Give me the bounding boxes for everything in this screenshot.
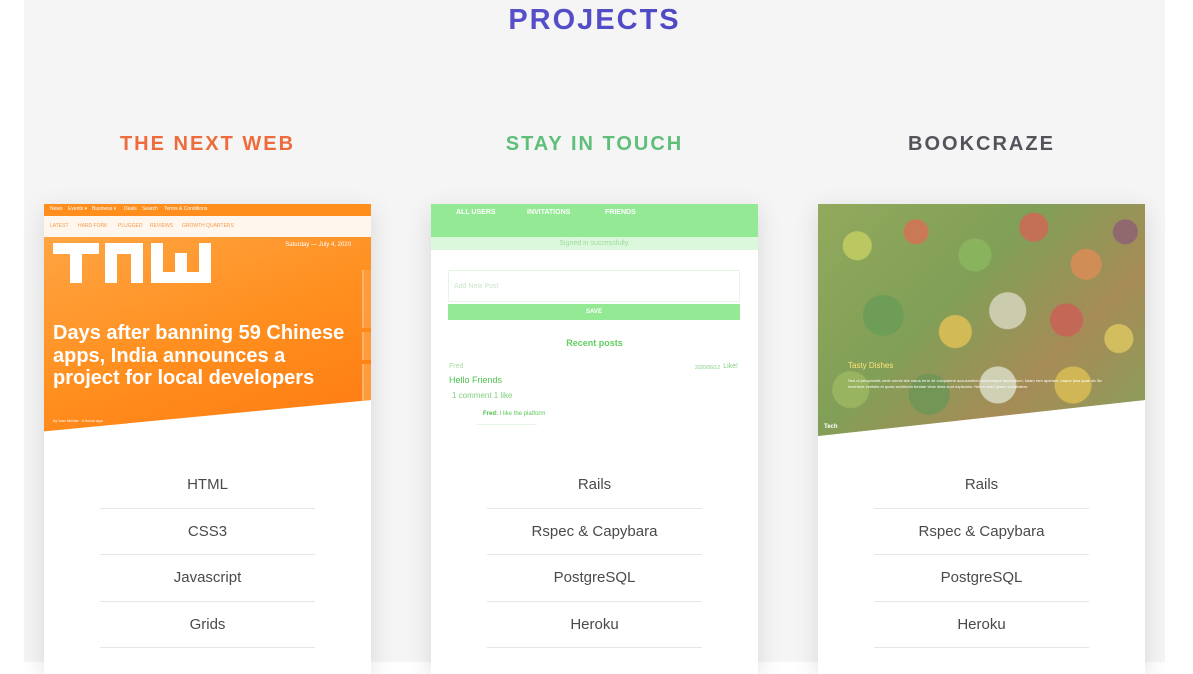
sit-input-placeholder: Add New Post xyxy=(454,283,499,290)
tech-item: Heroku xyxy=(874,602,1089,648)
sit-post-title: Hello Friends xyxy=(449,375,503,385)
tech-item: Heroku xyxy=(487,602,702,648)
project-title-stay-in-touch: STAY IN TOUCH xyxy=(505,133,684,155)
tnw-top-nav: News Events ▾ Business ▾ Deals Search Te… xyxy=(44,204,371,216)
sit-nav-item: INVITATIONS xyxy=(527,209,571,216)
project-card-bookcraze[interactable]: Tasty Dishes Sed ut perspiciatis unde om… xyxy=(818,204,1145,674)
tech-item: Rspec & Capybara xyxy=(874,509,1089,555)
project-title-the-next-web: THE NEXT WEB xyxy=(119,133,296,155)
sit-comment-text: I like the platform xyxy=(499,411,546,417)
tech-item: Rails xyxy=(487,462,702,509)
tnw-sub-nav-item: GROWTH QUARTERS xyxy=(182,223,234,229)
sit-nav: ALL USERS INVITATIONS FRIENDS xyxy=(431,204,758,237)
sit-recent-posts-heading: Recent posts xyxy=(566,338,623,348)
tech-item: HTML xyxy=(100,462,315,509)
sit-flash-message: Signed in successfully. xyxy=(431,237,758,250)
tech-list: Rails Rspec & Capybara PostgreSQL Heroku xyxy=(874,462,1089,648)
tech-item: Rspec & Capybara xyxy=(487,509,702,555)
tnw-nav-item: Terms & Conditions xyxy=(164,206,208,212)
tnw-side-thumbnail xyxy=(362,270,371,328)
sit-comment-author: Fred: xyxy=(483,411,498,417)
tnw-side-thumbnail xyxy=(362,332,371,360)
tnw-nav-item: Search xyxy=(142,206,158,212)
project-screenshot-stay-in-touch[interactable]: ALL USERS INVITATIONS FRIENDS Signed in … xyxy=(431,204,758,436)
projects-section: PROJECTS THE NEXT WEB News Events ▾ Busi… xyxy=(24,0,1165,674)
sit-save-button: SAVE xyxy=(448,304,740,320)
tech-item: PostgreSQL xyxy=(487,555,702,602)
sit-comment: Fred: I like the platform xyxy=(483,411,545,417)
tech-list: Rails Rspec & Capybara PostgreSQL Heroku xyxy=(487,462,702,648)
tech-item: PostgreSQL xyxy=(874,555,1089,602)
tnw-sub-nav-item: LATEST xyxy=(50,223,69,229)
sit-nav-item: FRIENDS xyxy=(605,209,636,216)
image-overlay xyxy=(818,204,1145,436)
tech-item: Rails xyxy=(874,462,1089,509)
tnw-sub-nav: LATEST HARD FORK PLUGGED REVIEWS GROWTH … xyxy=(44,216,371,237)
sit-like-link: Like! xyxy=(723,363,738,370)
tech-item: CSS3 xyxy=(100,509,315,555)
sit-new-post-input: Add New Post xyxy=(448,270,740,302)
project-title-bookcraze: BOOKCRAZE xyxy=(908,133,1055,155)
tnw-sub-nav-item: PLUGGED xyxy=(118,223,143,229)
project-screenshot-bookcraze[interactable]: Tasty Dishes Sed ut perspiciatis unde om… xyxy=(818,204,1145,436)
tnw-nav-item: Business ▾ xyxy=(92,206,117,212)
book-article-title: Tasty Dishes xyxy=(848,361,894,370)
tnw-nav-item: Deals xyxy=(124,206,137,212)
sit-nav-item: ALL USERS xyxy=(456,209,496,216)
tnw-side-thumbnail xyxy=(362,364,371,402)
tnw-headline: Days after banning 59 Chinese apps, Indi… xyxy=(53,322,345,389)
tnw-logo-icon xyxy=(53,243,211,283)
section-title: PROJECTS xyxy=(24,4,1165,37)
tnw-nav-item: Events ▾ xyxy=(68,206,88,212)
tech-item: Grids xyxy=(100,602,315,648)
sit-post-author: Fred xyxy=(449,363,464,370)
divider xyxy=(477,424,537,425)
tech-item: Javascript xyxy=(100,555,315,602)
project-card-stay-in-touch[interactable]: ALL USERS INVITATIONS FRIENDS Signed in … xyxy=(431,204,758,674)
book-category-tag: Tech xyxy=(824,424,838,430)
project-card-the-next-web[interactable]: News Events ▾ Business ▾ Deals Search Te… xyxy=(44,204,371,674)
tnw-sub-nav-item: REVIEWS xyxy=(150,223,174,229)
project-screenshot-the-next-web[interactable]: News Events ▾ Business ▾ Deals Search Te… xyxy=(44,204,371,432)
tech-list: HTML CSS3 Javascript Grids xyxy=(100,462,315,648)
sit-post-date: 2020/06/12 xyxy=(694,365,720,371)
tnw-nav-item: News xyxy=(50,206,63,212)
tnw-sub-nav-item: HARD FORK xyxy=(78,223,108,229)
sit-post-meta: 1 comment 1 like xyxy=(452,391,513,400)
book-article-text: Sed ut perspiciatis unde omnis iste natu… xyxy=(848,378,1102,389)
tnw-byline: by Ivan Mehta · 4 hours ago xyxy=(53,418,103,423)
tnw-date: Saturday — July 4, 2020 xyxy=(285,242,351,248)
